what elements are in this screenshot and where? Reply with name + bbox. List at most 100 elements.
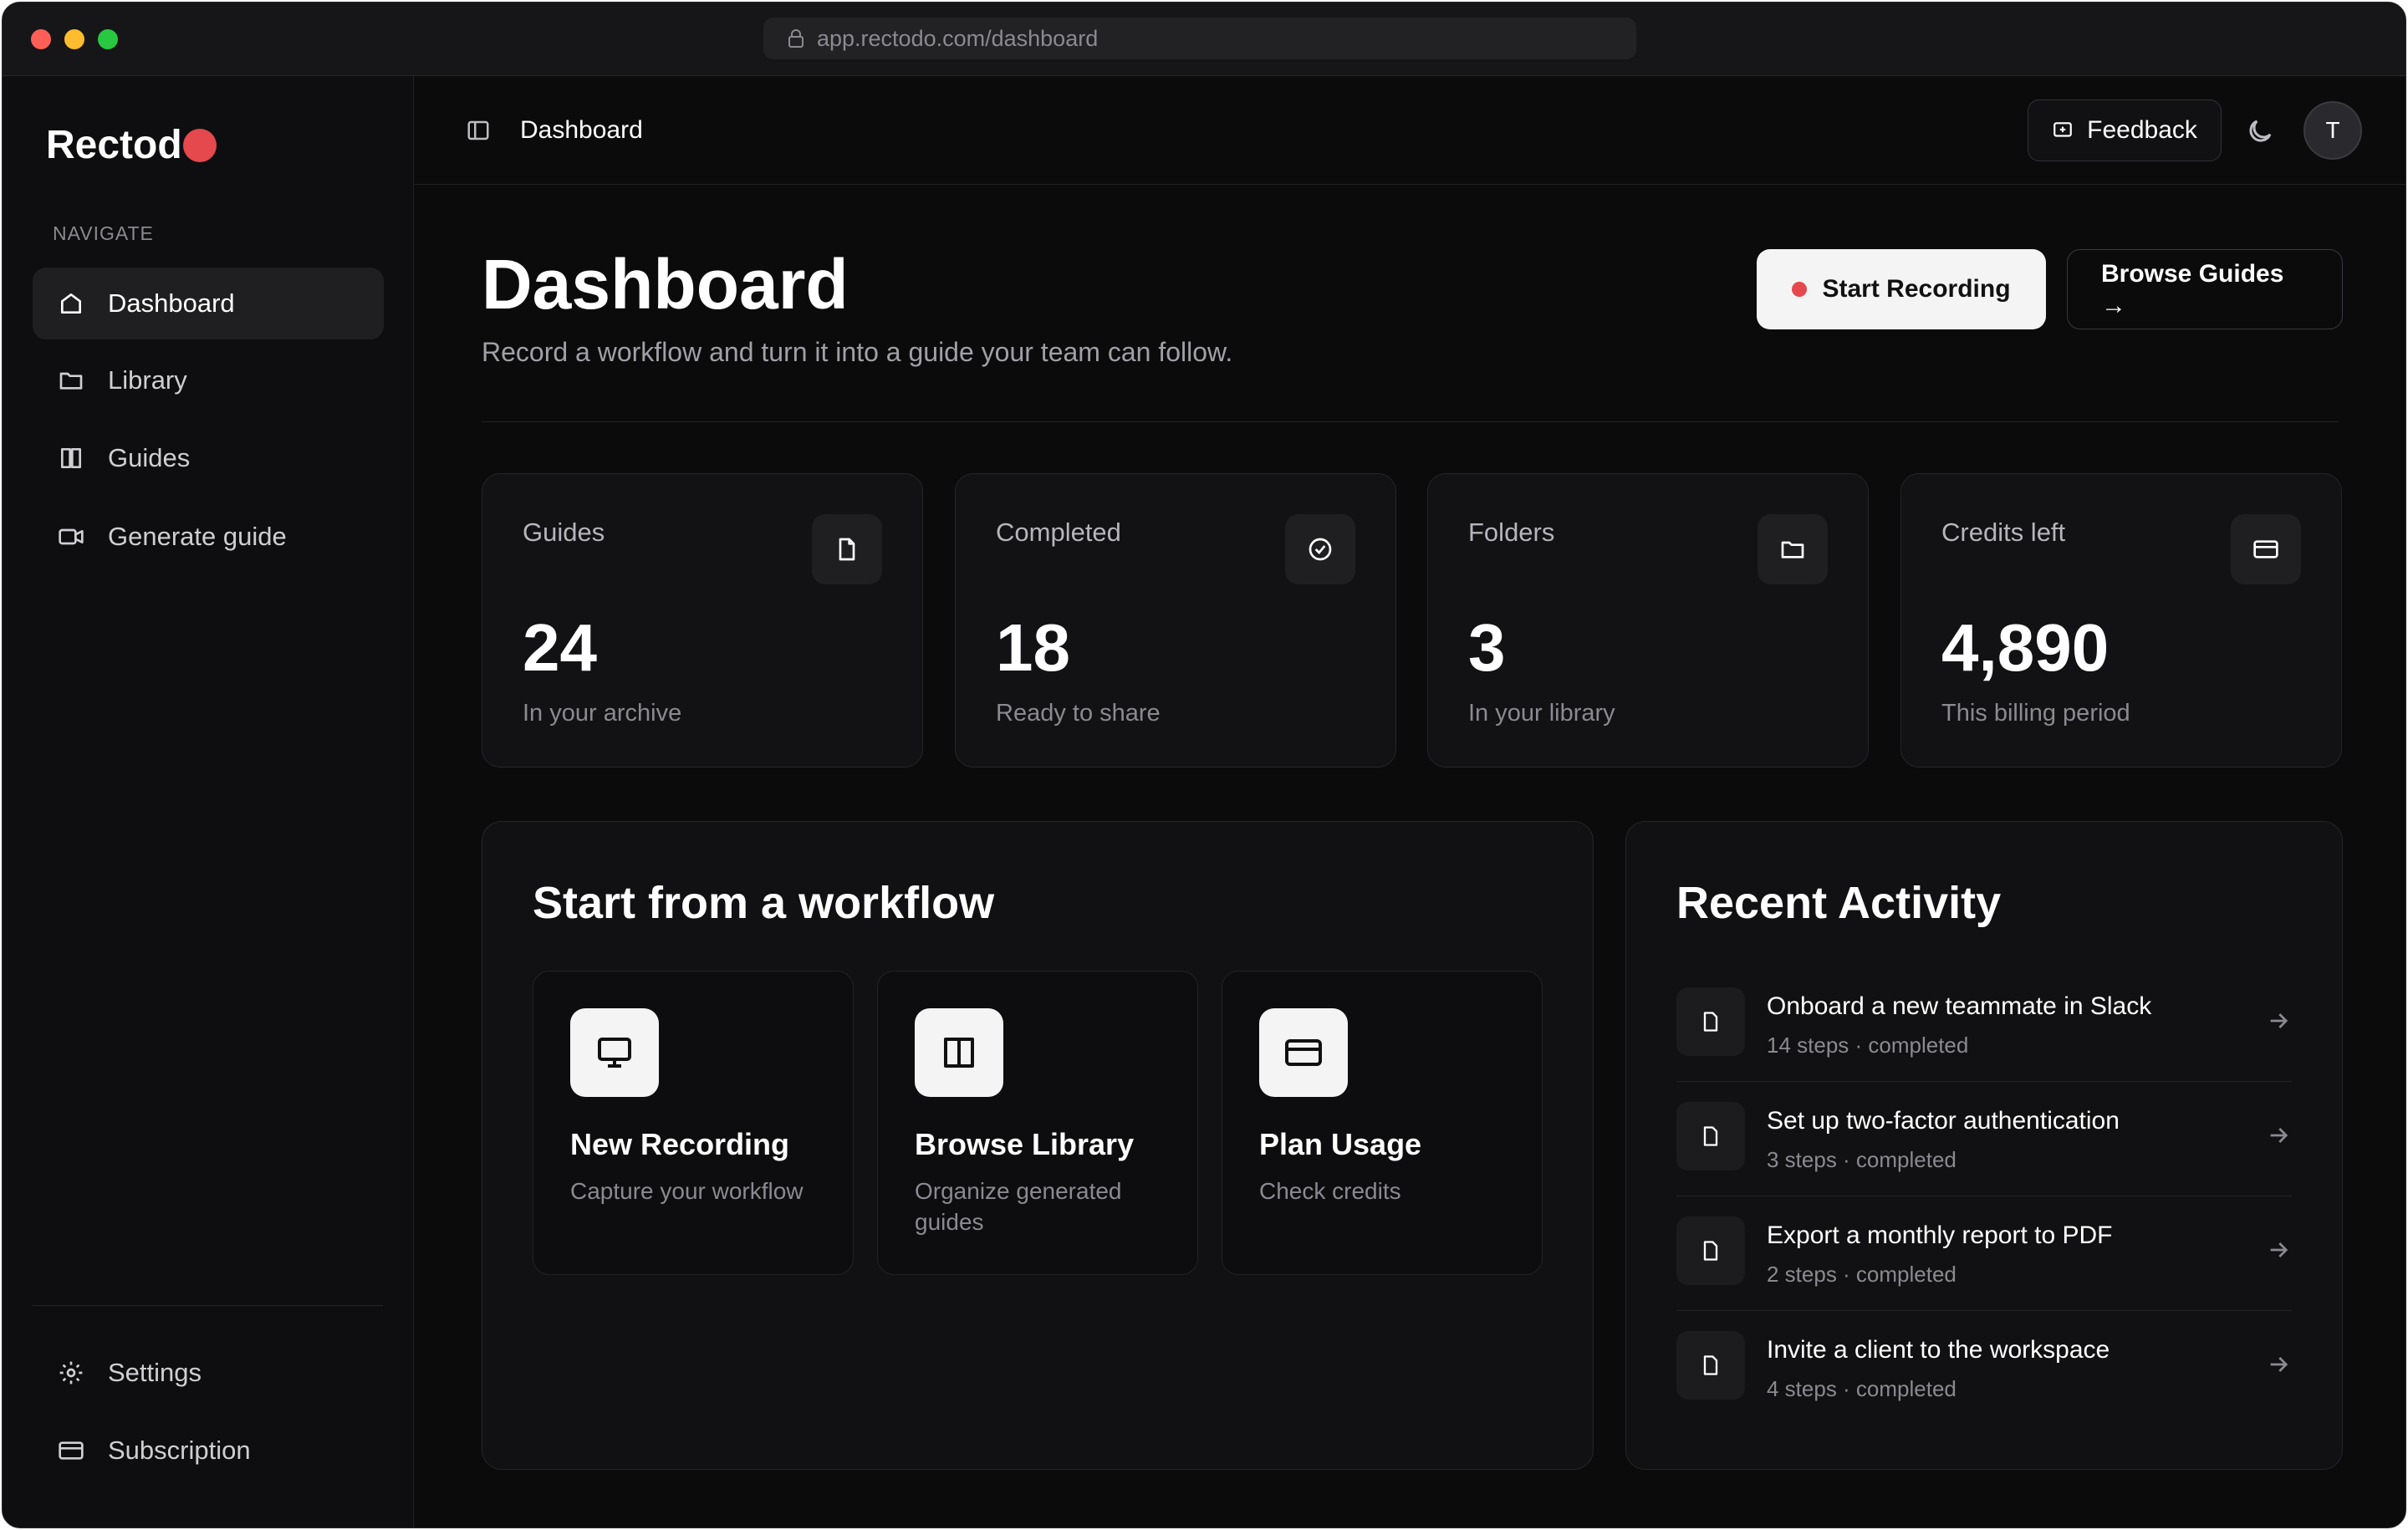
activity-title-text: Onboard a new teammate in Slack — [1767, 992, 2152, 1020]
top-header: Dashboard Feedback T — [415, 76, 2405, 185]
browser-titlebar: app.rectodo.com/dashboard — [3, 3, 2405, 76]
activity-meta: 4 steps · completed — [1767, 1376, 1956, 1401]
file-icon — [1703, 1126, 1718, 1146]
browse-guides-label: Browse Guides — [2101, 260, 2284, 288]
logo-text: Rectod — [46, 123, 182, 167]
sidebar-item-label: Settings — [108, 1358, 202, 1387]
arrow-right-icon: → — [2101, 292, 2126, 319]
browser-window: app.rectodo.com/dashboard Rectod NAVIGAT… — [2, 2, 2406, 1528]
feedback-button[interactable]: Feedback — [2028, 99, 2222, 161]
main-content: Dashboard Record a workflow and turn it … — [415, 186, 2405, 1527]
feedback-label: Feedback — [2087, 116, 2197, 144]
file-icon — [1703, 1241, 1718, 1261]
stat-label: Completed — [996, 518, 1121, 547]
workflow-icon-box — [915, 1008, 1003, 1097]
divider — [482, 421, 2339, 422]
lock-icon — [788, 29, 804, 48]
workflow-card-desc: Check credits — [1259, 1178, 1401, 1204]
book-icon — [61, 448, 81, 468]
sidebar-item-guides[interactable]: Guides — [33, 422, 384, 494]
stat-card-completed[interactable]: Completed 18 Ready to share — [955, 473, 1396, 768]
sidebar: Rectod NAVIGATE Dashboard Library Guides… — [3, 76, 414, 1527]
workflow-card-desc: Capture your workflow — [570, 1178, 804, 1204]
url-text: app.rectodo.com/dashboard — [817, 25, 1099, 51]
stat-note: In your library — [1468, 700, 1615, 727]
maximize-window-button[interactable] — [98, 29, 118, 49]
file-icon — [1703, 1012, 1718, 1032]
sidebar-item-dashboard[interactable]: Dashboard — [33, 268, 384, 339]
stat-icon-box — [812, 514, 882, 584]
moon-icon[interactable] — [2245, 116, 2275, 146]
activity-icon-box — [1676, 1216, 1745, 1285]
activity-title-text: Set up two-factor authentication — [1767, 1107, 2120, 1135]
activity-icon-box — [1676, 1102, 1745, 1170]
sidebar-item-settings[interactable]: Settings — [33, 1337, 384, 1409]
book-icon — [944, 1038, 974, 1068]
card-icon — [59, 1441, 84, 1460]
breadcrumb: Dashboard — [520, 116, 643, 144]
monitor-icon — [598, 1038, 631, 1068]
stat-card-guides[interactable]: Guides 24 In your archive — [482, 473, 923, 768]
workflow-icon-box — [570, 1008, 659, 1097]
card-icon — [1285, 1039, 1322, 1066]
activity-item[interactable]: Invite a client to the workspace 4 steps… — [1676, 1311, 2292, 1425]
card-icon — [2253, 540, 2278, 558]
sidebar-item-label: Generate guide — [108, 522, 287, 551]
stat-value: 18 — [996, 610, 1070, 685]
workflow-card-title: Plan Usage — [1259, 1127, 1422, 1161]
workflow-card-desc: Organize generated guides — [915, 1178, 1122, 1235]
stat-icon-box — [2231, 514, 2301, 584]
close-window-button[interactable] — [31, 29, 51, 49]
stat-icon-box — [1758, 514, 1828, 584]
file-icon — [839, 538, 855, 561]
stat-note: In your archive — [523, 700, 682, 727]
avatar[interactable]: T — [2303, 101, 2362, 160]
stat-value: 3 — [1468, 610, 1506, 685]
arrow-right-icon — [2270, 1013, 2288, 1028]
gear-icon — [59, 1361, 83, 1385]
file-icon — [1703, 1355, 1718, 1375]
activity-icon-box — [1676, 987, 1745, 1056]
minimize-window-button[interactable] — [64, 29, 84, 49]
record-dot-icon — [1792, 282, 1808, 297]
page-title: Dashboard — [482, 245, 849, 324]
folder-icon — [59, 372, 83, 390]
workflow-card-plan-usage[interactable]: Plan Usage Check credits — [1222, 971, 1543, 1275]
stat-card-folders[interactable]: Folders 3 In your library — [1427, 473, 1869, 768]
sidebar-item-label: Subscription — [108, 1436, 251, 1465]
workflow-card-browse-library[interactable]: Browse Library Organize generated guides — [877, 971, 1198, 1275]
arrow-right-icon — [2270, 1128, 2288, 1143]
start-recording-button[interactable]: Start Recording — [1757, 249, 2046, 329]
folder-icon — [1781, 541, 1804, 558]
stat-label: Folders — [1468, 518, 1555, 547]
activity-icon-box — [1676, 1331, 1745, 1400]
activity-item[interactable]: Onboard a new teammate in Slack 14 steps… — [1676, 967, 2292, 1082]
logo[interactable]: Rectod — [46, 122, 217, 168]
sidebar-item-generate-guide[interactable]: Generate guide — [33, 501, 384, 573]
home-icon — [61, 293, 81, 314]
stat-label: Guides — [523, 518, 605, 547]
workflow-title: Start from a workflow — [533, 878, 995, 928]
stat-note: Ready to share — [996, 700, 1161, 727]
stat-note: This billing period — [1941, 700, 2130, 727]
stat-value: 4,890 — [1941, 610, 2110, 685]
arrow-right-icon — [2270, 1242, 2288, 1257]
activity-title-text: Export a monthly report to PDF — [1767, 1221, 2113, 1249]
page-subtitle: Record a workflow and turn it into a gui… — [482, 337, 1233, 367]
stat-icon-box — [1285, 514, 1355, 584]
logo-dot — [182, 128, 217, 162]
sidebar-item-subscription[interactable]: Subscription — [33, 1415, 384, 1487]
browse-guides-button[interactable]: Browse Guides → — [2067, 249, 2343, 329]
sidebar-toggle-icon[interactable] — [465, 118, 492, 143]
stat-card-credits[interactable]: Credits left 4,890 This billing period — [1900, 473, 2342, 768]
activity-item[interactable]: Export a monthly report to PDF 2 steps ·… — [1676, 1196, 2292, 1311]
activity-title: Recent Activity — [1676, 878, 2002, 928]
workflow-card-title: Browse Library — [915, 1127, 1135, 1161]
activity-item[interactable]: Set up two-factor authentication 3 steps… — [1676, 1082, 2292, 1196]
workflow-card-new-recording[interactable]: New Recording Capture your workflow — [533, 971, 854, 1275]
sidebar-item-label: Library — [108, 365, 187, 395]
stat-label: Credits left — [1941, 518, 2066, 547]
sidebar-item-library[interactable]: Library — [33, 344, 384, 416]
address-bar[interactable]: app.rectodo.com/dashboard — [763, 18, 1636, 59]
stat-value: 24 — [523, 610, 597, 685]
